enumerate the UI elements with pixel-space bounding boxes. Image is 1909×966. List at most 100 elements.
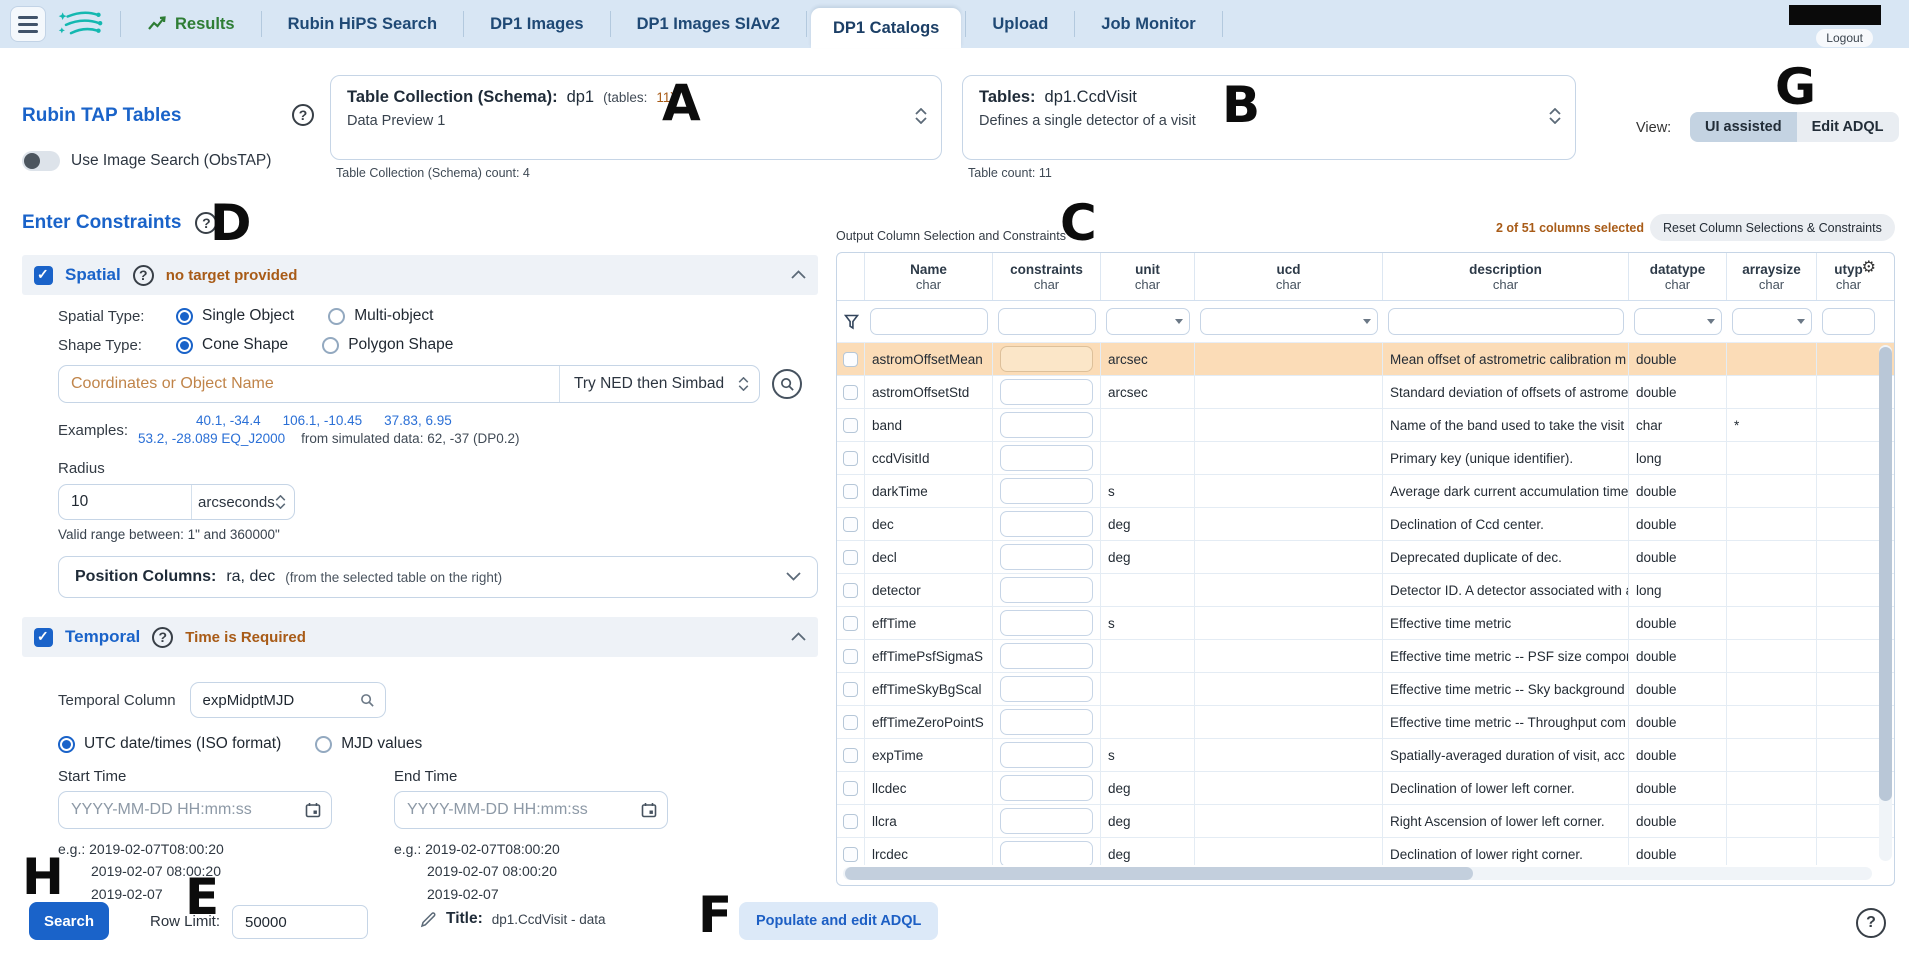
row-checkbox[interactable] (843, 748, 858, 763)
column-header-datatype[interactable]: datatypechar (1629, 253, 1727, 300)
column-header-arraysize[interactable]: arraysizechar (1727, 253, 1817, 300)
view-option-ui-assisted[interactable]: UI assisted (1690, 112, 1797, 142)
row-checkbox[interactable] (843, 385, 858, 400)
constraint-input[interactable] (1000, 775, 1093, 801)
view-option-edit-adql[interactable]: Edit ADQL (1797, 112, 1899, 142)
radius-input[interactable]: 10 (59, 485, 191, 519)
filter-select-arraysize[interactable] (1732, 308, 1812, 335)
filter-input-constraints[interactable] (998, 308, 1096, 335)
example-link[interactable]: 106.1, -10.45 (283, 413, 363, 428)
constraint-input[interactable] (1000, 610, 1093, 636)
constraint-input[interactable] (1000, 676, 1093, 702)
start-time-input[interactable]: YYYY-MM-DD HH:mm:ss (58, 791, 332, 829)
logout-button[interactable]: Logout (1816, 29, 1873, 47)
column-header-ucd[interactable]: ucdchar (1195, 253, 1383, 300)
tab-dp1-images-siav2[interactable]: DP1 Images SIAv2 (615, 0, 802, 48)
horizontal-scrollbar-thumb[interactable] (845, 867, 1473, 880)
filter-funnel-icon[interactable] (844, 314, 859, 330)
temporal-help-icon[interactable]: ? (152, 627, 173, 648)
filter-input-description[interactable] (1388, 308, 1624, 335)
constraint-input[interactable] (1000, 742, 1093, 768)
row-checkbox[interactable] (843, 814, 858, 829)
row-checkbox[interactable] (843, 715, 858, 730)
table-row[interactable]: astromOffsetMeanarcsecMean offset of ast… (837, 343, 1894, 376)
filter-select-unit[interactable] (1106, 308, 1190, 335)
temporal-column-input[interactable]: expMidptMJD (190, 682, 386, 718)
tab-job-monitor[interactable]: Job Monitor (1079, 0, 1217, 48)
table-row[interactable]: llcdecdegDeclination of lower left corne… (837, 772, 1894, 805)
table-row[interactable]: decdegDeclination of Ccd center.double (837, 508, 1894, 541)
end-time-input[interactable]: YYYY-MM-DD HH:mm:ss (394, 791, 668, 829)
row-checkbox[interactable] (843, 847, 858, 862)
constraint-input[interactable] (1000, 346, 1093, 372)
column-header-unit[interactable]: unitchar (1101, 253, 1195, 300)
table-row[interactable]: expTimesSpatially-averaged duration of v… (837, 739, 1894, 772)
table-row[interactable]: bandName of the band used to take the vi… (837, 409, 1894, 442)
constraint-input[interactable] (1000, 379, 1093, 405)
tab-upload[interactable]: Upload (970, 0, 1070, 48)
time-format-utc-date-times-iso-format-[interactable]: UTC date/times (ISO format) (58, 735, 281, 753)
spatial-type-multi-object[interactable]: Multi-object (328, 307, 433, 325)
time-format-mjd-values[interactable]: MJD values (315, 735, 422, 753)
row-checkbox[interactable] (843, 649, 858, 664)
populate-adql-button[interactable]: Populate and edit ADQL (739, 902, 938, 940)
example-link[interactable]: 37.83, 6.95 (384, 413, 452, 428)
resolve-search-icon[interactable] (772, 369, 802, 399)
column-header-description[interactable]: descriptionchar (1383, 253, 1629, 300)
table-row[interactable]: darkTimesAverage dark current accumulati… (837, 475, 1894, 508)
spatial-help-icon[interactable]: ? (133, 265, 154, 286)
filter-select-datatype[interactable] (1634, 308, 1722, 335)
table-row[interactable]: decldegDeprecated duplicate of dec.doubl… (837, 541, 1894, 574)
row-checkbox[interactable] (843, 682, 858, 697)
column-header-constraints[interactable]: constraintschar (993, 253, 1101, 300)
hamburger-menu-icon[interactable] (10, 6, 46, 42)
table-row[interactable]: effTimePsfSigmaSEffective time metric --… (837, 640, 1894, 673)
constraint-input[interactable] (1000, 808, 1093, 834)
table-row[interactable]: effTimeZeroPointSEffective time metric -… (837, 706, 1894, 739)
constraint-input[interactable] (1000, 412, 1093, 438)
constraint-input[interactable] (1000, 445, 1093, 471)
resolver-select[interactable]: Try NED then Simbad (559, 366, 759, 402)
position-columns-select[interactable]: Position Columns: ra, dec (from the sele… (58, 556, 818, 598)
shape-type-cone-shape[interactable]: Cone Shape (176, 336, 288, 354)
tab-rubin-hips-search[interactable]: Rubin HiPS Search (266, 0, 459, 48)
filter-input-name[interactable] (870, 308, 988, 335)
row-checkbox[interactable] (843, 616, 858, 631)
constraint-input[interactable] (1000, 709, 1093, 735)
table-row[interactable]: effTimeSkyBgScalEffective time metric --… (837, 673, 1894, 706)
coordinates-input[interactable]: Coordinates or Object Name (59, 366, 559, 402)
table-row[interactable]: detectorDetector ID. A detector associat… (837, 574, 1894, 607)
vertical-scrollbar-thumb[interactable] (1879, 347, 1892, 801)
obstap-toggle[interactable] (22, 151, 60, 171)
constraint-input[interactable] (1000, 544, 1093, 570)
row-checkbox[interactable] (843, 550, 858, 565)
table-row[interactable]: astromOffsetStdarcsecStandard deviation … (837, 376, 1894, 409)
spatial-checkbox[interactable] (34, 266, 53, 285)
constraint-input[interactable] (1000, 577, 1093, 603)
tab-dp1-images[interactable]: DP1 Images (468, 0, 606, 48)
tap-tables-help-icon[interactable]: ? (292, 104, 314, 126)
horizontal-scrollbar[interactable] (843, 867, 1872, 880)
constraint-input[interactable] (1000, 841, 1093, 865)
row-checkbox[interactable] (843, 781, 858, 796)
reset-columns-button[interactable]: Reset Column Selections & Constraints (1650, 214, 1895, 241)
shape-type-polygon-shape[interactable]: Polygon Shape (322, 336, 453, 354)
radius-unit-select[interactable]: arcseconds (191, 485, 294, 519)
temporal-section-header[interactable]: Temporal ? Time is Required (22, 617, 818, 657)
collapse-chevron-icon[interactable] (791, 266, 806, 284)
page-help-icon[interactable]: ? (1856, 908, 1886, 938)
constraint-input[interactable] (1000, 511, 1093, 537)
tab-results[interactable]: Results (125, 0, 257, 48)
schema-select[interactable]: Table Collection (Schema): dp1 (tables: … (330, 75, 942, 160)
column-header-name[interactable]: Namechar (865, 253, 993, 300)
example-link[interactable]: 53.2, -28.089 EQ_J2000 (138, 431, 285, 446)
row-checkbox[interactable] (843, 484, 858, 499)
example-link[interactable]: 40.1, -34.4 (196, 413, 261, 428)
table-row[interactable]: ccdVisitIdPrimary key (unique identifier… (837, 442, 1894, 475)
constraint-input[interactable] (1000, 478, 1093, 504)
row-checkbox[interactable] (843, 451, 858, 466)
filter-input-utyp[interactable] (1822, 308, 1875, 335)
collapse-chevron-icon[interactable] (791, 628, 806, 646)
search-button[interactable]: Search (29, 902, 109, 940)
vertical-scrollbar[interactable] (1879, 345, 1892, 861)
